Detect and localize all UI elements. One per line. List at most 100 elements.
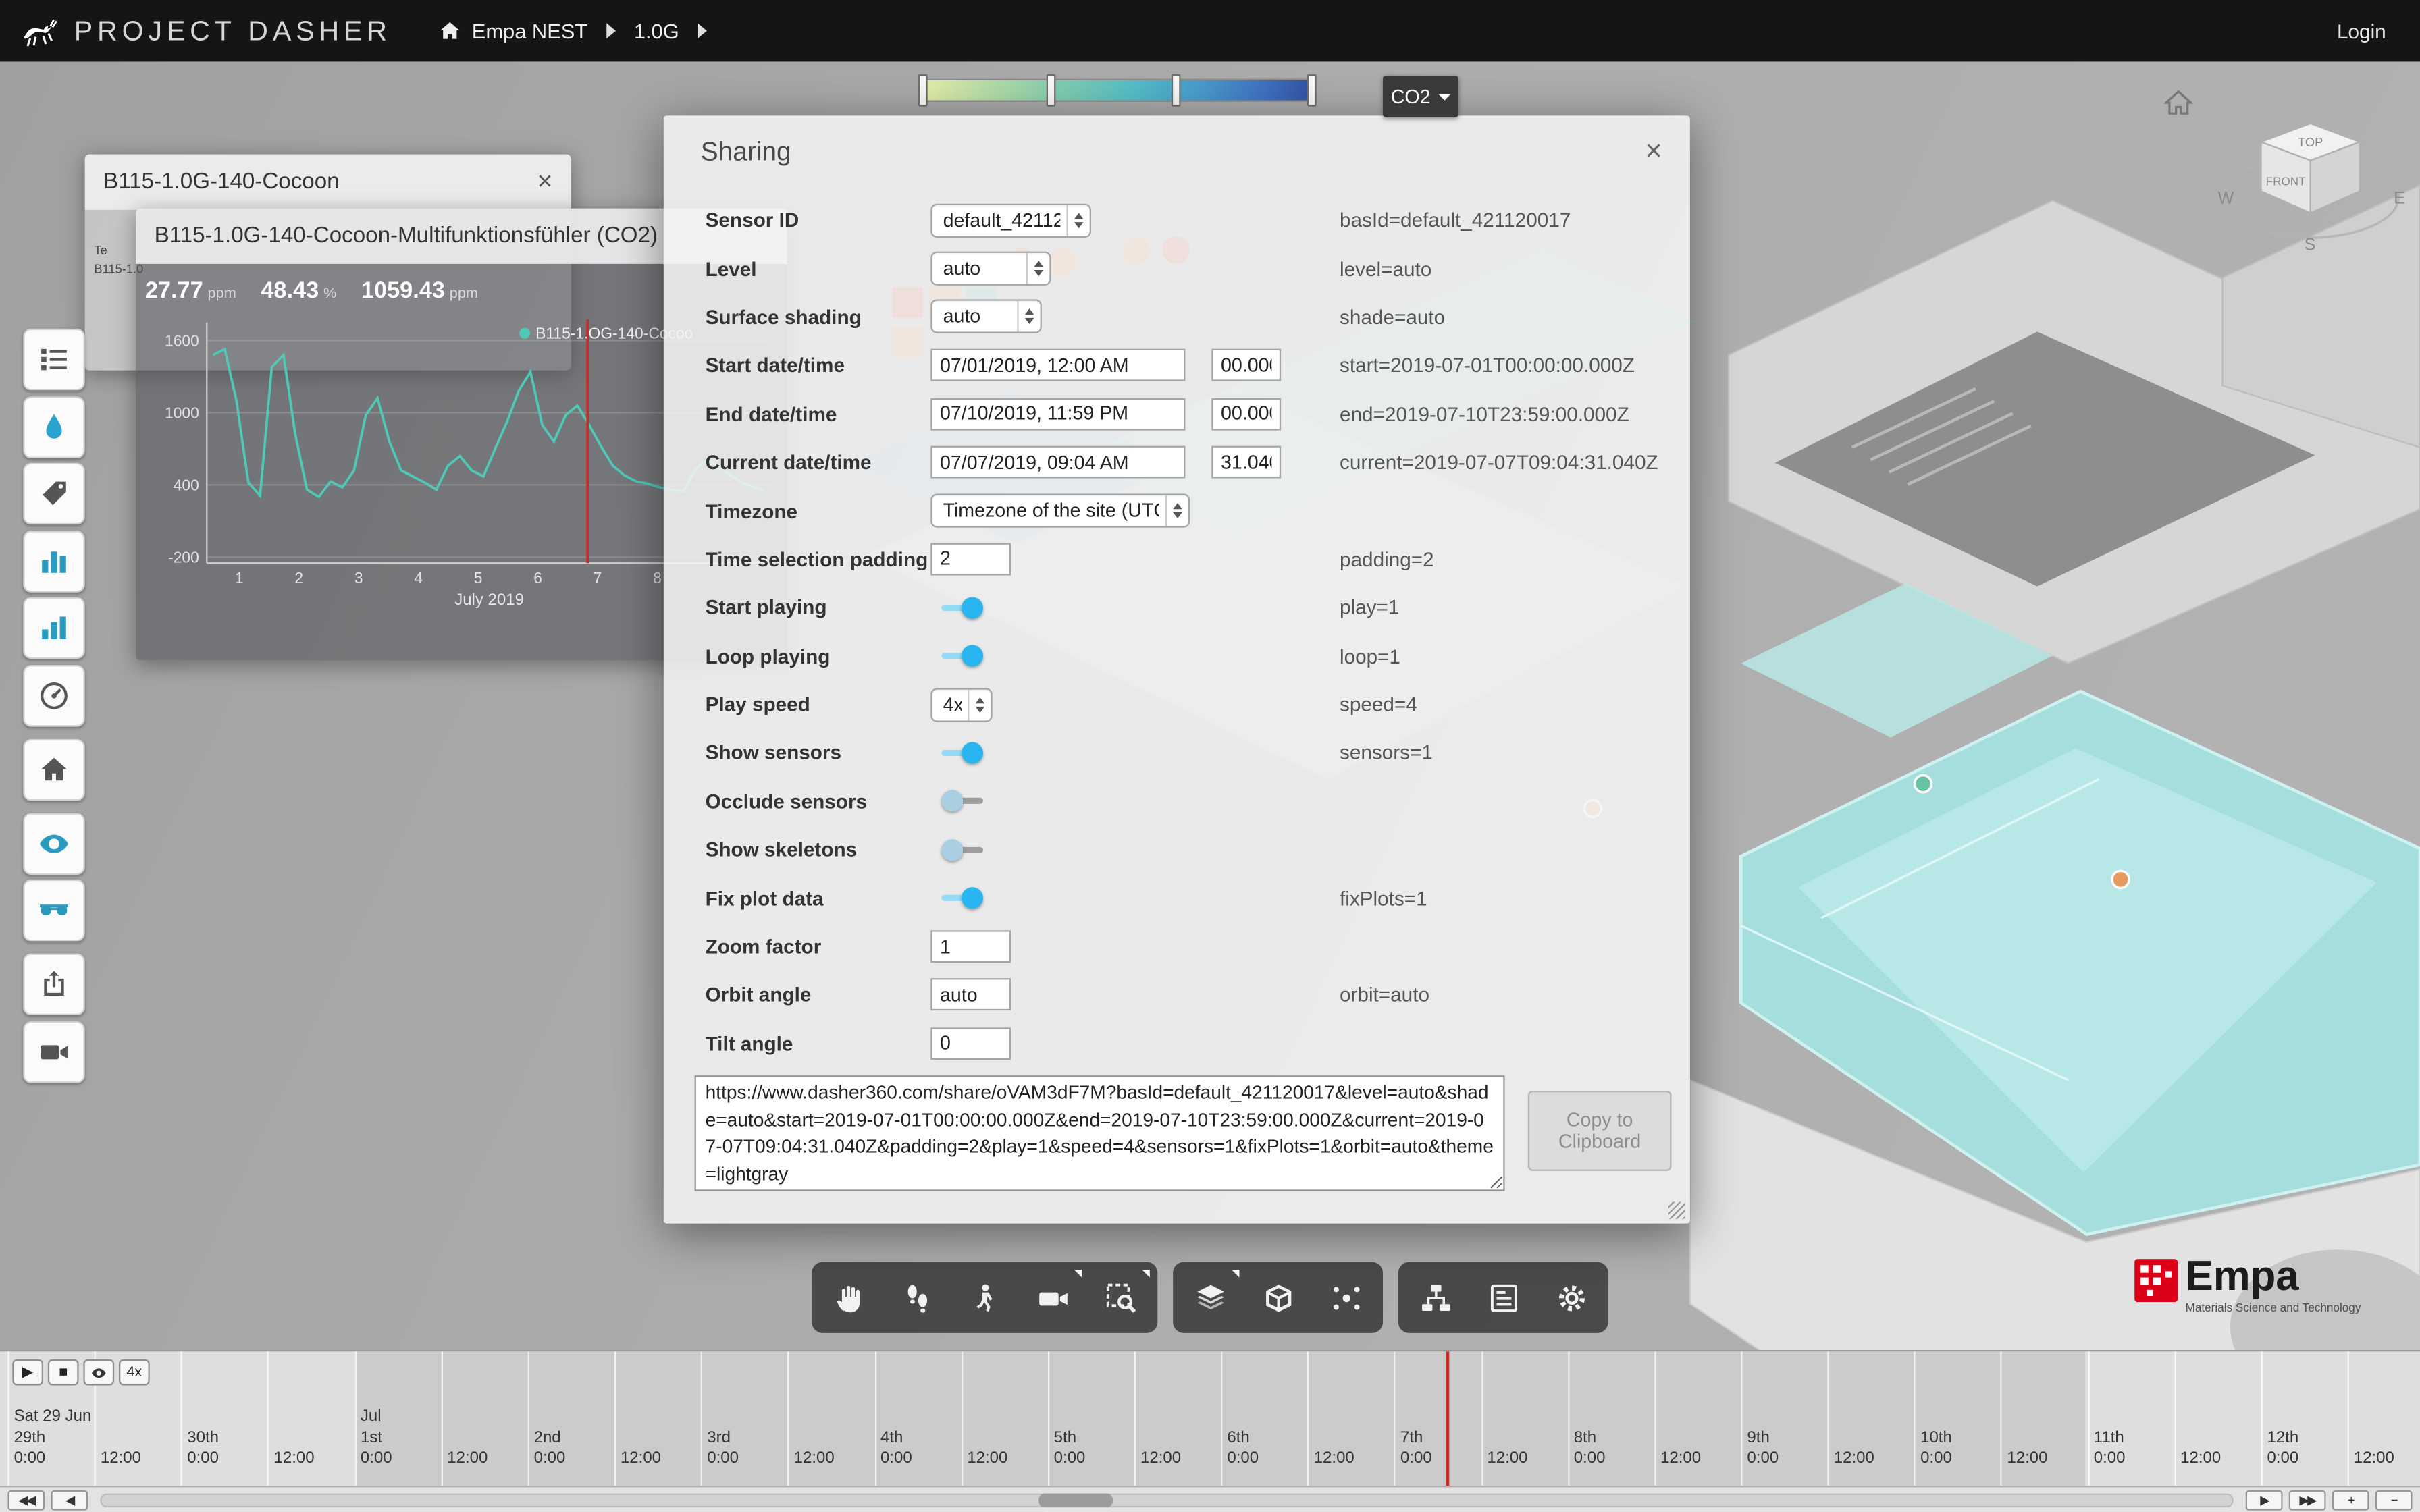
sidebar-button-share[interactable] [23,954,84,1015]
sidebar-button-tags[interactable] [23,463,84,524]
section-button[interactable] [1176,1265,1244,1330]
select-surface-shading[interactable]: auto [930,300,1042,334]
dialog-header[interactable]: Sharing × [664,115,1690,169]
sidebar-button-sensors[interactable] [23,396,84,457]
speed-button[interactable]: 4x [119,1359,150,1386]
window-title-bar[interactable]: B115-1.0G-140-Cocoon × [85,155,571,210]
legend-handle[interactable] [1047,74,1056,107]
metric-dropdown-button[interactable]: CO2 [1383,76,1458,117]
sidebar-button-xray[interactable] [23,880,84,941]
walk-button[interactable] [883,1265,951,1330]
zoom-out-button[interactable]: − [2375,1490,2413,1510]
select-timezone[interactable]: Timezone of the site (UTC+2) [930,494,1190,528]
timeline-tick: 12:00 [1828,1351,1914,1486]
sidebar-button-video[interactable] [23,1021,84,1082]
zoom-in-button[interactable]: + [2332,1490,2369,1510]
input-tilt-angle[interactable] [930,1027,1011,1060]
sidebar-button-home[interactable] [23,738,84,800]
settings-button[interactable] [1537,1265,1606,1330]
tick-time: 0:00 [1574,1449,1606,1467]
scrollbar-track[interactable] [101,1492,2234,1507]
tick-time: 0:00 [1747,1449,1779,1467]
eye-icon [37,826,71,860]
scroll-last-button[interactable]: ▶▶ [2289,1490,2326,1510]
timeline-tick: 4th0:00 [874,1351,961,1486]
breadcrumb-project[interactable]: Empa NEST [472,20,588,43]
model-button[interactable] [1244,1265,1312,1330]
play-button[interactable]: ▶ [12,1359,43,1386]
model-tree-button[interactable] [1401,1265,1469,1330]
co2-color-scale[interactable] [918,79,1317,102]
scroll-next-button[interactable]: ▶ [2246,1490,2283,1510]
breadcrumb-chevron-icon [606,23,616,38]
input-end-date-time[interactable] [930,398,1185,430]
timeline-tick: 12:00 [2001,1351,2087,1486]
sidebar-button-charts-b[interactable] [23,597,84,659]
sidebar-button-gauge[interactable] [23,664,84,726]
chart-ytick: 1000 [165,404,199,421]
marquee-zoom-button[interactable] [1086,1265,1155,1330]
timeline-tick: 12:00 [1134,1351,1221,1486]
stop-button[interactable]: ■ [48,1359,79,1386]
field-control [930,839,1340,861]
breadcrumb-home-icon[interactable] [438,20,461,43]
scroll-prev-button[interactable]: ◀ [51,1490,88,1510]
breadcrumb-level[interactable]: 1.0G [634,20,679,43]
select-play-speed[interactable]: 4x [930,688,992,722]
toggle-occlude-sensors[interactable] [941,790,983,812]
copy-to-clipboard-button[interactable]: Copy to Clipboard [1528,1091,1672,1171]
timeline-tick: 6th0:00 [1221,1351,1307,1486]
select-sensor-id[interactable]: default_421120017 [930,203,1091,237]
field-label: Time selection padding [706,547,931,570]
input-orbit-angle[interactable] [930,979,1011,1011]
resize-handle[interactable] [1668,1202,1685,1219]
toggle-loop-playing[interactable] [941,645,983,667]
legend-handle[interactable] [918,74,928,107]
share-url-textarea[interactable]: https://www.dasher360.com/share/oVAM3dF7… [695,1075,1505,1191]
tick-time: 0:00 [534,1449,566,1467]
empa-tagline: Materials Science and Technology [2186,1301,2361,1315]
sidebar-button-levels[interactable] [23,329,84,390]
login-link[interactable]: Login [2337,20,2386,43]
close-icon[interactable]: × [525,167,552,198]
field-label: Show skeletons [706,838,931,861]
input-zoom-factor[interactable] [930,930,1011,963]
input-current-date-time[interactable] [930,446,1185,479]
visibility-toggle-button[interactable] [83,1359,114,1386]
timeline-playhead[interactable] [1446,1351,1450,1486]
first-person-button[interactable] [951,1265,1019,1330]
toggle-show-sensors[interactable] [941,742,983,763]
properties-button[interactable] [1469,1265,1537,1330]
input-time-selection-padding[interactable] [930,543,1011,575]
compass-east-label: E [2394,189,2405,208]
sidebar-button-visibility[interactable] [23,812,84,873]
close-icon[interactable]: × [1645,136,1662,169]
explode-button[interactable] [1312,1265,1380,1330]
input-start-date-time-ms[interactable] [1211,349,1281,381]
camera-button[interactable] [1019,1265,1087,1330]
input-start-date-time[interactable] [930,349,1185,381]
timeline-tick: 12th0:00 [2261,1351,2347,1486]
scrollbar-thumb[interactable] [1039,1492,1113,1507]
sidebar-button-charts-a[interactable] [23,530,84,591]
timeline-band[interactable]: Sat 29 Jun29th0:0012:0030th0:0012:00Jul1… [0,1350,2420,1486]
home-view-icon[interactable] [2164,90,2193,116]
legend-handle[interactable] [1307,74,1317,107]
flyout-arrow-icon [1074,1270,1082,1277]
tick-time: 12:00 [101,1449,141,1467]
dialog-row-fix-plot-data: Fix plot datafixPlots=1 [664,874,1690,923]
pan-button[interactable] [815,1265,883,1330]
window-title: B115-1.0G-140-Cocoon-Multifunktionsfühle… [155,223,658,248]
toggle-show-skeletons[interactable] [941,839,983,861]
toggle-fix-plot-data[interactable] [941,888,983,909]
select-level[interactable]: auto [930,252,1051,286]
field-label: Current date/time [706,451,931,474]
toggle-start-playing[interactable] [941,597,983,618]
scroll-first-button[interactable]: ◀◀ [7,1490,45,1510]
view-cube[interactable]: TOP FRONT W S E [2210,108,2411,269]
input-end-date-time-ms[interactable] [1211,398,1281,430]
legend-handle[interactable] [1171,74,1180,107]
field-label: Sensor ID [706,209,931,232]
input-current-date-time-ms[interactable] [1211,446,1281,479]
dialog-row-play-speed: Play speed4xspeed=4 [664,680,1690,729]
